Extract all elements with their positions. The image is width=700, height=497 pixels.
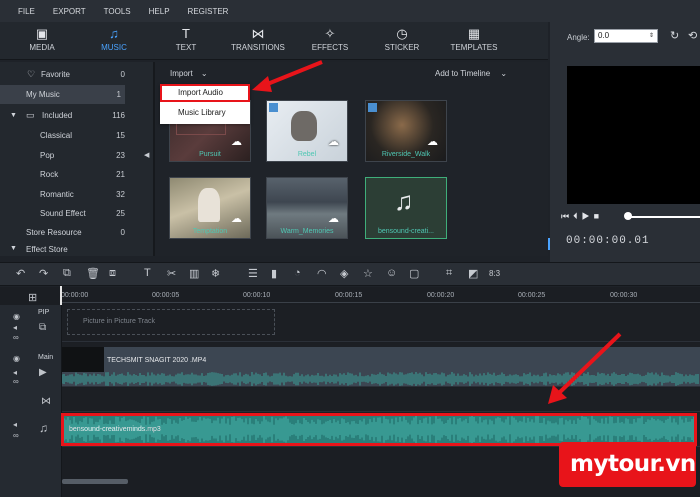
annotation-arrow-audio <box>558 332 622 394</box>
watermark-text: mytour.vn <box>570 451 696 477</box>
arrowhead-import <box>252 76 272 92</box>
annotation-arrow-import <box>264 60 323 87</box>
annotation-overlay <box>252 60 622 404</box>
